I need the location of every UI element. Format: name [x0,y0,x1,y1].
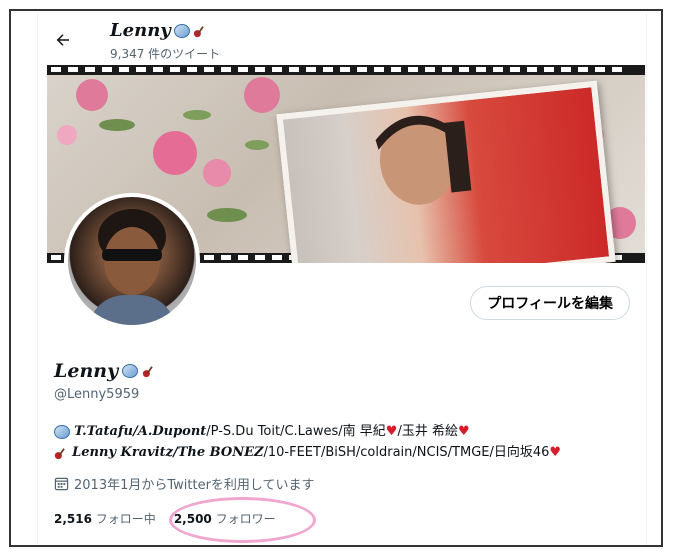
guitar-icon [193,25,204,37]
heart-icon: ♥ [549,445,562,460]
bio-players-tail: /玉井 希絵 [397,424,458,439]
film-perforation-top [47,65,645,75]
bio-music-rest: /10-FEET/BiSH/coldrain/NCIS/TMGE/日向坂46 [263,445,550,460]
following-link[interactable]: 2,516 フォロー中 [54,510,156,527]
profile-display-name: Lenny [54,360,156,382]
guitar-icon [54,447,65,459]
tweet-count: 9,347 件のツイート [110,47,221,61]
bio-line-2: Lenny Kravitz/The BONEZ/10-FEET/BiSH/col… [54,442,634,463]
joined-date: 2013年1月からTwitterを利用しています [54,474,315,493]
follow-stats: 2,516 フォロー中 2,500 フォロワー [54,510,276,527]
rugby-ball-icon [173,23,190,38]
profile-column: Lenny 9,347 件のツイート プロフィールを編集 Lenny @Lenn… [37,13,647,545]
followers-link[interactable]: 2,500 フォロワー [174,510,276,527]
profile-bio: T.Tatafu/A.Dupont/P-S.Du Toit/C.Lawes/南 … [54,421,634,463]
edit-profile-button[interactable]: プロフィールを編集 [470,286,630,320]
calendar-icon [54,477,69,491]
following-count: 2,516 [54,512,92,526]
heart-icon: ♥ [385,424,398,439]
bio-music-bold: Lenny Kravitz/The BONEZ [72,445,264,460]
followers-count: 2,500 [173,512,212,526]
profile-header: Lenny 9,347 件のツイート [38,13,646,65]
bio-players-bold: T.Tatafu/A.Dupont [74,424,207,439]
profile-handle: @Lenny5959 [54,387,140,402]
screenshot-frame: Lenny 9,347 件のツイート プロフィールを編集 Lenny @Lenn… [9,9,663,547]
header-display-name: Lenny [110,20,207,41]
banner-photo [276,80,616,263]
bio-players-rest: /P-S.Du Toit/C.Lawes/南 早紀 [206,424,386,439]
back-button[interactable] [46,23,80,57]
bio-line-1: T.Tatafu/A.Dupont/P-S.Du Toit/C.Lawes/南 … [54,421,634,442]
display-name-text: Lenny [54,360,119,382]
back-arrow-icon [56,34,69,46]
header-name-text: Lenny [110,20,171,41]
guitar-icon [143,366,153,378]
joined-text: 2013年1月からTwitterを利用しています [74,478,315,493]
rugby-ball-icon [54,424,70,439]
profile-avatar[interactable] [64,193,200,329]
rugby-ball-icon [122,364,139,378]
following-label: フォロー中 [95,512,156,526]
followers-label: フォロワー [215,512,276,526]
heart-icon: ♥ [457,424,470,439]
